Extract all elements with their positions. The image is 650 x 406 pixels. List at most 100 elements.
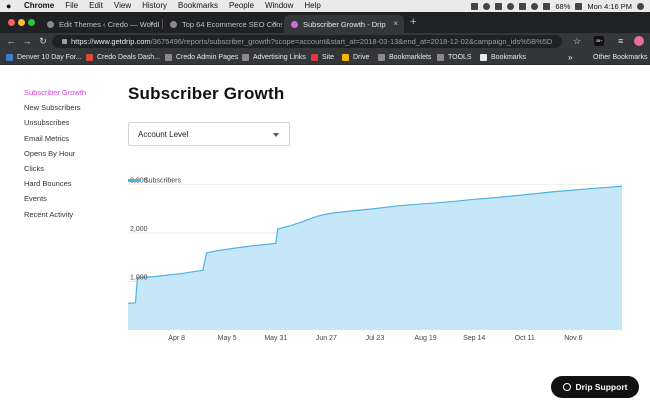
zoom-window-button[interactable] bbox=[28, 19, 35, 26]
bookmark-label: Site bbox=[322, 54, 335, 61]
extensions-menu-icon[interactable]: ≡ bbox=[618, 35, 623, 47]
menu-help[interactable]: Help bbox=[304, 0, 320, 12]
bookmark-label: Advertising Links bbox=[253, 54, 306, 61]
drip-favicon-icon bbox=[291, 20, 298, 28]
bookmark-label: Bookmarklets bbox=[389, 54, 432, 61]
location-icon[interactable] bbox=[471, 2, 479, 10]
bookmark-label: Denver 10 Day For... bbox=[17, 54, 82, 61]
y-tick-label: 1,000 bbox=[130, 274, 148, 281]
bluetooth-icon[interactable] bbox=[519, 2, 527, 10]
bookmark-site[interactable]: Site bbox=[311, 52, 334, 63]
menu-edit[interactable]: Edit bbox=[89, 0, 103, 12]
bookmark-tools[interactable]: TOOLS bbox=[437, 52, 472, 63]
site-icon bbox=[311, 54, 318, 61]
sidebar-item-new-subscribers[interactable]: New Subscribers bbox=[24, 103, 86, 118]
url-path: /3675496/reports/subscriber_growth?scope… bbox=[150, 37, 553, 46]
bookmark-credo-admin[interactable]: Credo Admin Pages bbox=[165, 52, 238, 63]
screen-icon[interactable] bbox=[495, 2, 503, 10]
bookmark-denver-forecast[interactable]: Denver 10 Day For... bbox=[6, 52, 82, 63]
chart-legend: Subscribers bbox=[128, 178, 181, 185]
extension-badge[interactable]: JB+ bbox=[594, 36, 604, 46]
menu-window[interactable]: Window bbox=[265, 0, 293, 12]
volume-icon[interactable] bbox=[543, 2, 551, 10]
tab-strip: Edit Themes ‹ Credo — WordPr × Top 64 Ec… bbox=[0, 12, 650, 33]
chart-gridlines bbox=[128, 183, 622, 282]
folder-icon bbox=[437, 54, 444, 61]
series-area bbox=[128, 186, 622, 330]
y-axis: 1,000 2,000 3,000 bbox=[130, 177, 148, 281]
forward-arrow-icon[interactable]: → bbox=[21, 35, 33, 47]
y-tick-label: 3,000 bbox=[130, 177, 148, 184]
close-window-button[interactable] bbox=[8, 19, 15, 26]
x-tick-label: Jul 23 bbox=[366, 335, 385, 342]
reload-icon[interactable]: ↻ bbox=[37, 35, 49, 47]
tab-ecommerce-seo[interactable]: Top 64 Ecommerce SEO Consu × bbox=[163, 15, 283, 33]
close-tab-icon[interactable]: × bbox=[272, 19, 277, 28]
close-tab-icon[interactable]: × bbox=[149, 19, 154, 28]
back-arrow-icon[interactable]: ← bbox=[5, 35, 17, 47]
bookmark-other-bookmarks[interactable]: Other Bookmarks bbox=[582, 52, 647, 63]
bookmark-drive[interactable]: Drive bbox=[342, 52, 369, 63]
bookmark-label: Drive bbox=[353, 54, 370, 61]
x-axis: Apr 8 May 5 May 31 Jun 27 Jul 23 Aug 19 Sep 14… bbox=[168, 335, 582, 342]
sidebar-item-subscriber-growth[interactable]: Subscriber Growth bbox=[24, 88, 86, 103]
sidebar-item-opens-by-hour[interactable]: Opens By Hour bbox=[24, 149, 86, 164]
battery-icon[interactable] bbox=[575, 2, 583, 10]
bookmark-star-icon[interactable]: ☆ bbox=[573, 35, 581, 47]
menu-app-name[interactable]: Chrome bbox=[24, 0, 54, 12]
close-tab-icon[interactable]: × bbox=[393, 19, 398, 28]
profile-avatar[interactable] bbox=[634, 36, 644, 46]
bookmark-bookmarks[interactable]: Bookmarks bbox=[480, 52, 526, 63]
bookmark-label: Bookmarks bbox=[491, 54, 527, 61]
sidebar-item-recent-activity[interactable]: Recent Activity bbox=[24, 210, 86, 225]
dropbox-icon[interactable] bbox=[483, 2, 491, 10]
wordpress-favicon-icon bbox=[47, 20, 54, 28]
menubar-clock[interactable]: Mon 4:16 PM bbox=[587, 2, 632, 11]
sidebar-item-events[interactable]: Events bbox=[24, 194, 86, 209]
bookmark-label: TOOLS bbox=[448, 54, 472, 61]
menu-view[interactable]: View bbox=[114, 0, 131, 12]
clock-icon[interactable] bbox=[507, 2, 515, 10]
legend-swatch bbox=[128, 179, 141, 182]
sidebar-item-email-metrics[interactable]: Email Metrics bbox=[24, 134, 86, 149]
drip-support-button[interactable]: Drip Support bbox=[551, 376, 639, 398]
spotlight-icon[interactable] bbox=[637, 2, 644, 10]
bookmarks-overflow-chevron-icon[interactable]: » bbox=[568, 52, 572, 63]
browser-toolbar: ← → ↻ https://www.getdrip.com/3675496/re… bbox=[0, 33, 650, 50]
macos-menubar: ● Chrome File Edit View History Bookmark… bbox=[0, 0, 650, 12]
menu-bookmarks[interactable]: Bookmarks bbox=[178, 0, 218, 12]
sidebar-item-unsubscribes[interactable]: Unsubscribes bbox=[24, 118, 86, 133]
tab-wordpress-themes[interactable]: Edit Themes ‹ Credo — WordPr × bbox=[40, 15, 160, 33]
drip-support-label: Drip Support bbox=[575, 382, 628, 392]
legend-label: Subscribers bbox=[144, 178, 181, 185]
address-bar[interactable]: https://www.getdrip.com/3675496/reports/… bbox=[52, 35, 562, 48]
x-tick-label: May 31 bbox=[264, 335, 287, 342]
sidebar-item-hard-bounces[interactable]: Hard Bounces bbox=[24, 179, 86, 194]
menu-file[interactable]: File bbox=[65, 0, 78, 12]
menu-history[interactable]: History bbox=[142, 0, 167, 12]
new-tab-icon[interactable]: + bbox=[410, 16, 416, 28]
lock-icon[interactable] bbox=[62, 39, 67, 44]
battery-percent[interactable]: 68% bbox=[555, 2, 570, 11]
x-tick-label: Aug 19 bbox=[414, 335, 436, 342]
sidebar-item-clicks[interactable]: Clicks bbox=[24, 164, 86, 179]
series-line bbox=[127, 185, 623, 304]
wifi-icon[interactable] bbox=[531, 2, 539, 10]
bookmark-label: Credo Deals Dash... bbox=[97, 54, 161, 61]
bookmark-advertising-links[interactable]: Advertising Links bbox=[242, 52, 306, 63]
site-favicon-icon bbox=[170, 20, 177, 28]
page-title: Subscriber Growth bbox=[128, 84, 285, 103]
x-tick-label: Apr 8 bbox=[168, 335, 185, 342]
tab-subscriber-growth[interactable]: Subscriber Growth - Drip × bbox=[284, 15, 404, 33]
folder-icon bbox=[165, 54, 172, 61]
credo-icon bbox=[86, 54, 93, 61]
menu-people[interactable]: People bbox=[229, 0, 254, 12]
bookmarks-bar: Denver 10 Day For... Credo Deals Dash...… bbox=[0, 50, 650, 65]
bookmark-bookmarklets[interactable]: Bookmarklets bbox=[378, 52, 431, 63]
minimize-window-button[interactable] bbox=[18, 19, 25, 26]
y-tick-label: 2,000 bbox=[130, 226, 148, 233]
scope-select[interactable]: Account Level bbox=[128, 122, 290, 146]
bookmark-credo-deals[interactable]: Credo Deals Dash... bbox=[86, 52, 160, 63]
apple-icon[interactable]: ● bbox=[6, 0, 16, 12]
star-icon bbox=[480, 54, 487, 61]
